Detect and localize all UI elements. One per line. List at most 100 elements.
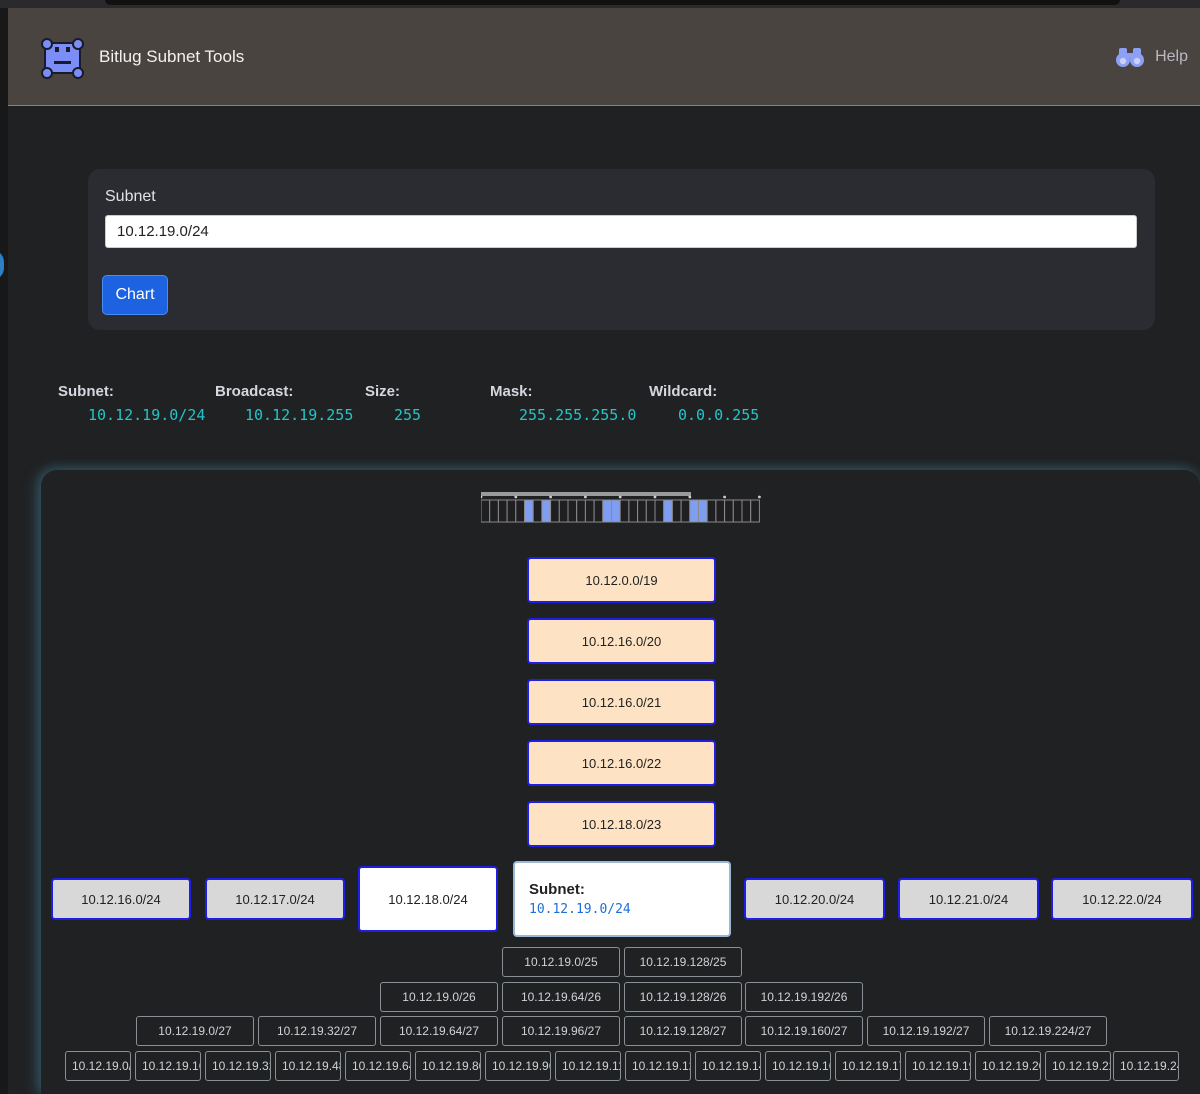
- stat-size-label: Size:: [365, 383, 401, 400]
- stat-broadcast-value: 10.12.19.255: [245, 406, 354, 424]
- stat-subnet-value: 10.12.19.0/24: [88, 406, 206, 424]
- sibling-node[interactable]: 10.12.18.0/24: [358, 866, 498, 932]
- child-subnet-node[interactable]: 10.12.19.32/27: [258, 1016, 376, 1046]
- bit-cell: [628, 499, 639, 523]
- parent-node[interactable]: 10.12.16.0/21: [527, 679, 716, 725]
- child-subnet-node[interactable]: 10.12.19.128/25: [624, 947, 742, 977]
- bit-cell: [654, 499, 665, 523]
- parent-node[interactable]: 10.12.18.0/23: [527, 801, 716, 847]
- bit-cell: [489, 499, 499, 523]
- child-subnet-node[interactable]: 10.12.19.0/26: [380, 982, 498, 1012]
- stat-subnet-label: Subnet:: [58, 383, 114, 400]
- bit-cell: [741, 499, 752, 523]
- bit-cell: [576, 499, 586, 523]
- octet-marker: [618, 495, 622, 499]
- octet-marker: [688, 495, 692, 499]
- stat-mask: Mask: 255.255.255.0: [490, 383, 636, 424]
- sibling-node[interactable]: 10.12.22.0/24: [1051, 878, 1193, 920]
- bit-cell: [532, 499, 543, 523]
- sibling-node[interactable]: 10.12.16.0/24: [51, 878, 191, 920]
- bit-cell: [645, 499, 656, 523]
- child-subnet-node[interactable]: 10.12.19.176/28: [835, 1051, 901, 1081]
- subnet-input[interactable]: 10.12.19.0/24: [105, 215, 1137, 248]
- bit-cell: [637, 499, 647, 523]
- parent-node[interactable]: 10.12.16.0/20: [527, 618, 716, 664]
- help-link[interactable]: Help: [1115, 46, 1188, 68]
- child-subnet-node[interactable]: 10.12.19.64/26: [502, 982, 620, 1012]
- bit-cell: [750, 499, 760, 523]
- bit-cell: [732, 499, 743, 523]
- child-subnet-node[interactable]: 10.12.19.128/28: [625, 1051, 691, 1081]
- bit-cell: [663, 499, 673, 523]
- bit-map-graphic: [481, 492, 761, 523]
- parent-node[interactable]: 10.12.0.0/19: [527, 557, 716, 603]
- app-title[interactable]: Bitlug Subnet Tools: [99, 47, 244, 67]
- bit-cell: [550, 499, 560, 523]
- bit-cell: [515, 499, 525, 523]
- octet-marker: [758, 495, 761, 499]
- subnet-form-card: Subnet 10.12.19.0/24 Chart: [88, 169, 1155, 330]
- child-subnet-node[interactable]: 10.12.19.208/28: [975, 1051, 1041, 1081]
- parent-node[interactable]: 10.12.16.0/22: [527, 740, 716, 786]
- app-header: Bitlug Subnet Tools Help: [8, 8, 1200, 106]
- selected-subnet-value: 10.12.19.0/24: [529, 902, 631, 917]
- browser-top-strip: [0, 0, 1200, 8]
- sibling-node[interactable]: 10.12.21.0/24: [898, 878, 1039, 920]
- bit-cell: [706, 499, 717, 523]
- child-subnet-node[interactable]: 10.12.19.80/28: [415, 1051, 481, 1081]
- child-subnet-node[interactable]: 10.12.19.160/27: [745, 1016, 863, 1046]
- child-subnet-node[interactable]: 10.12.19.64/27: [380, 1016, 498, 1046]
- stat-wildcard-value: 0.0.0.255: [678, 406, 760, 424]
- child-subnet-node[interactable]: 10.12.19.96/28: [485, 1051, 551, 1081]
- bit-cell: [541, 499, 552, 523]
- child-subnet-node[interactable]: 10.12.19.192/28: [905, 1051, 971, 1081]
- bit-cell: [602, 499, 613, 523]
- child-subnet-node[interactable]: 10.12.19.64/28: [345, 1051, 411, 1081]
- bit-cell: [497, 499, 508, 523]
- address-bar-edge: [105, 0, 1120, 5]
- window-left-edge: [0, 8, 8, 1094]
- sibling-node[interactable]: 10.12.17.0/24: [205, 878, 345, 920]
- child-subnet-node[interactable]: 10.12.19.144/28: [695, 1051, 761, 1081]
- bit-cell: [611, 499, 621, 523]
- octet-marker: [653, 495, 657, 499]
- stat-wildcard: Wildcard: 0.0.0.255: [649, 383, 759, 424]
- robot-logo-icon[interactable]: [40, 35, 85, 80]
- bit-cell: [524, 499, 534, 523]
- bit-cell: [671, 499, 682, 523]
- child-subnet-node[interactable]: 10.12.19.96/27: [502, 1016, 620, 1046]
- child-subnet-node[interactable]: 10.12.19.128/27: [624, 1016, 742, 1046]
- child-subnet-node[interactable]: 10.12.19.192/27: [867, 1016, 985, 1046]
- child-subnet-node[interactable]: 10.12.19.240/28: [1113, 1051, 1179, 1081]
- bit-cell: [689, 499, 700, 523]
- child-subnet-node[interactable]: 10.12.19.0/25: [502, 947, 620, 977]
- bit-cell: [584, 499, 595, 523]
- stat-size: Size: 255: [365, 383, 421, 424]
- bit-map-header-bar: [481, 492, 691, 496]
- bit-cell: [593, 499, 604, 523]
- child-subnet-node[interactable]: 10.12.19.0/27: [136, 1016, 254, 1046]
- chart-button[interactable]: Chart: [102, 275, 168, 315]
- bit-cell: [567, 499, 578, 523]
- child-subnet-node[interactable]: 10.12.19.160/28: [765, 1051, 831, 1081]
- octet-marker: [514, 495, 518, 499]
- binoculars-icon: [1116, 48, 1145, 67]
- child-subnet-node[interactable]: 10.12.19.32/28: [205, 1051, 271, 1081]
- stat-size-value: 255: [394, 406, 422, 424]
- child-subnet-node[interactable]: 10.12.19.192/26: [745, 982, 863, 1012]
- bit-cell: [506, 499, 517, 523]
- stat-mask-value: 255.255.255.0: [519, 406, 637, 424]
- child-subnet-node[interactable]: 10.12.19.48/28: [275, 1051, 341, 1081]
- help-label: Help: [1155, 48, 1188, 65]
- sibling-node[interactable]: 10.12.20.0/24: [744, 878, 885, 920]
- child-subnet-node[interactable]: 10.12.19.0/28: [65, 1051, 131, 1081]
- octet-marker: [723, 495, 726, 499]
- child-subnet-node[interactable]: 10.12.19.128/26: [624, 982, 742, 1012]
- child-subnet-node[interactable]: 10.12.19.224/27: [989, 1016, 1107, 1046]
- stat-mask-label: Mask:: [490, 383, 533, 400]
- child-subnet-node[interactable]: 10.12.19.16/28: [135, 1051, 201, 1081]
- child-subnet-node[interactable]: 10.12.19.112/28: [555, 1051, 621, 1081]
- selected-subnet-node[interactable]: Subnet: 10.12.19.0/24: [513, 861, 731, 937]
- octet-marker: [584, 495, 587, 499]
- child-subnet-node[interactable]: 10.12.19.224/28: [1045, 1051, 1111, 1081]
